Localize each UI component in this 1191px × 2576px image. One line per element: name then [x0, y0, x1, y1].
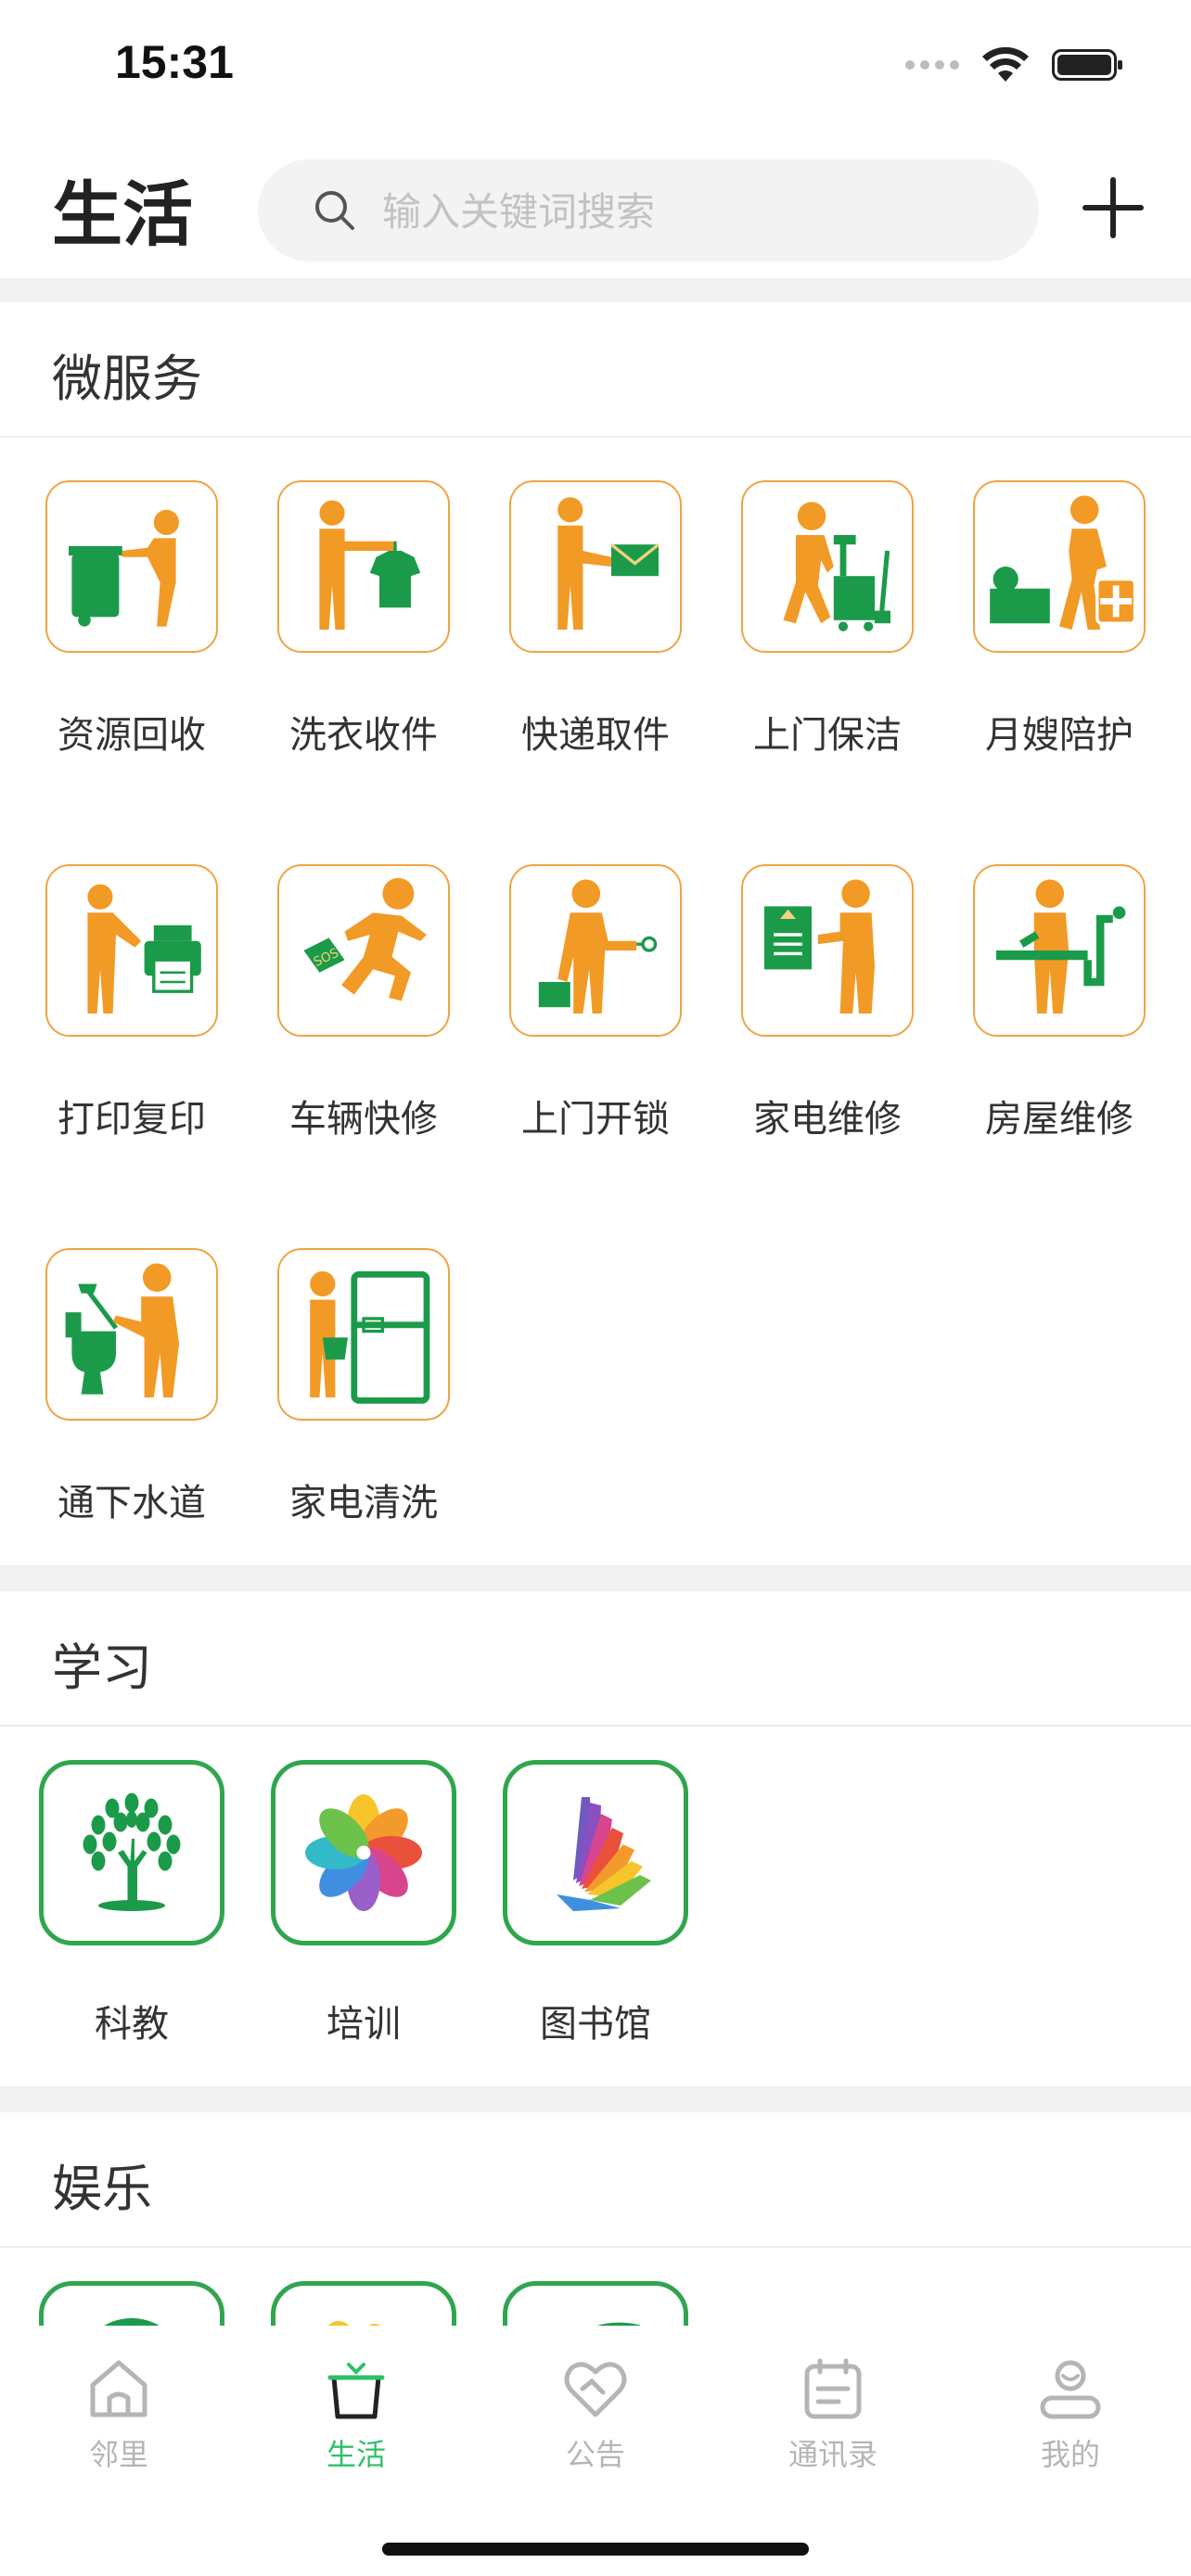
courier-icon	[509, 480, 682, 653]
service-item-appliance-repair[interactable]: 家电维修	[711, 864, 943, 1142]
user-icon	[1040, 2360, 1101, 2419]
search-box[interactable]	[258, 159, 1039, 261]
service-item-unlock[interactable]: 上门开锁	[480, 864, 711, 1142]
entertainment-icon	[271, 2281, 456, 2326]
home-indicator	[382, 2543, 809, 2556]
tab-label: 公告	[565, 2437, 625, 2472]
item-label: 科教	[95, 2003, 169, 2046]
heart-icon	[564, 2362, 627, 2417]
service-item-resource-recycling[interactable]: 资源回收	[16, 480, 248, 759]
section-title: 学习	[52, 1639, 152, 1697]
house-repair-icon	[973, 864, 1146, 1037]
cellular-signal-icon	[905, 60, 959, 70]
laundry-icon	[277, 480, 450, 653]
nursing-icon	[973, 480, 1146, 653]
item-label: 月嫂陪护	[985, 714, 1133, 757]
tab-label: 通讯录	[788, 2437, 877, 2472]
service-item-print-copy[interactable]: 打印复印	[16, 864, 248, 1142]
service-item-car-repair[interactable]: SOS 车辆快修	[248, 864, 480, 1142]
appliance-repair-icon	[741, 864, 914, 1037]
section-title: 娱乐	[52, 2160, 152, 2218]
tab-announcements[interactable]: 公告	[512, 2353, 679, 2474]
item-label: 车辆快修	[289, 1098, 438, 1141]
tab-neighborhood[interactable]: 邻里	[35, 2353, 202, 2474]
basket-icon	[327, 2363, 385, 2419]
service-item-laundry[interactable]: 洗衣收件	[248, 480, 480, 759]
tab-label: 邻里	[88, 2437, 148, 2472]
item-label: 培训	[327, 2003, 401, 2046]
service-item-courier[interactable]: 快递取件	[480, 480, 711, 759]
item-label: 洗衣收件	[289, 714, 438, 757]
page-title: 生活	[52, 173, 193, 256]
item-label: 上门保洁	[753, 714, 902, 757]
book-icon	[503, 1760, 688, 1945]
printer-icon	[45, 864, 218, 1037]
tab-contacts[interactable]: 通讯录	[749, 2353, 916, 2474]
item-label: 上门开锁	[521, 1098, 670, 1141]
section-title: 微服务	[52, 350, 202, 408]
unlock-icon	[509, 864, 682, 1037]
calendar-icon	[804, 2358, 862, 2419]
wifi-icon	[982, 46, 1029, 82]
house-icon	[90, 2360, 147, 2417]
section-header: 微服务	[0, 302, 1191, 438]
section-header: 娱乐	[0, 2112, 1191, 2248]
entertainment-icon	[503, 2281, 688, 2326]
item-label: 资源回收	[58, 714, 206, 757]
recycling-icon	[45, 480, 218, 653]
add-button[interactable]	[1076, 171, 1150, 245]
pinwheel-icon	[271, 1760, 456, 1945]
learning-item-training[interactable]: 培训	[248, 1760, 480, 2047]
car-repair-icon: SOS	[277, 864, 450, 1037]
item-label: 房屋维修	[985, 1098, 1133, 1141]
learning-section: 学习 科教 培训 图书馆	[0, 1591, 1191, 2086]
entertainment-item-1[interactable]	[16, 2281, 248, 2326]
tab-bar: 邻里 生活 公告 通讯录 我的	[0, 2326, 1191, 2576]
entertainment-item-3[interactable]	[480, 2281, 711, 2326]
tree-icon	[39, 1760, 224, 1945]
tab-life[interactable]: 生活	[273, 2353, 440, 2474]
battery-icon	[1052, 49, 1122, 81]
status-icons	[905, 46, 1122, 83]
learning-item-library[interactable]: 图书馆	[480, 1760, 711, 2047]
status-bar: 15:31	[0, 0, 1191, 130]
learning-item-science-education[interactable]: 科教	[16, 1760, 248, 2047]
item-label: 通下水道	[58, 1482, 206, 1524]
item-label: 家电清洗	[289, 1482, 438, 1524]
service-item-appliance-cleaning[interactable]: 家电清洗	[248, 1248, 480, 1526]
entertainment-section: 娱乐	[0, 2112, 1191, 2326]
cleaning-icon	[741, 480, 914, 653]
micro-services-section: 微服务 资源回收 洗衣收件 快递取件 上门保洁 月嫂陪护 打印复印 SOS 车辆…	[0, 302, 1191, 1565]
tab-label: 生活	[326, 2437, 386, 2472]
section-header: 学习	[0, 1591, 1191, 1727]
search-icon	[315, 191, 354, 230]
entertainment-item-2[interactable]	[248, 2281, 480, 2326]
entertainment-icon	[39, 2281, 224, 2326]
item-label: 打印复印	[58, 1098, 206, 1141]
item-label: 图书馆	[540, 2003, 651, 2046]
header: 生活	[0, 130, 1191, 278]
service-item-nursing[interactable]: 月嫂陪护	[943, 480, 1175, 759]
service-item-drain-unclog[interactable]: 通下水道	[16, 1248, 248, 1526]
status-time: 15:31	[115, 36, 234, 88]
item-label: 家电维修	[753, 1098, 902, 1141]
service-item-house-repair[interactable]: 房屋维修	[943, 864, 1175, 1142]
drain-icon	[45, 1248, 218, 1421]
item-label: 快递取件	[521, 714, 670, 757]
tab-profile[interactable]: 我的	[987, 2353, 1154, 2474]
appliance-cleaning-icon	[277, 1248, 450, 1421]
tab-label: 我的	[1040, 2437, 1100, 2472]
search-input[interactable]	[380, 180, 996, 243]
service-item-home-cleaning[interactable]: 上门保洁	[711, 480, 943, 759]
